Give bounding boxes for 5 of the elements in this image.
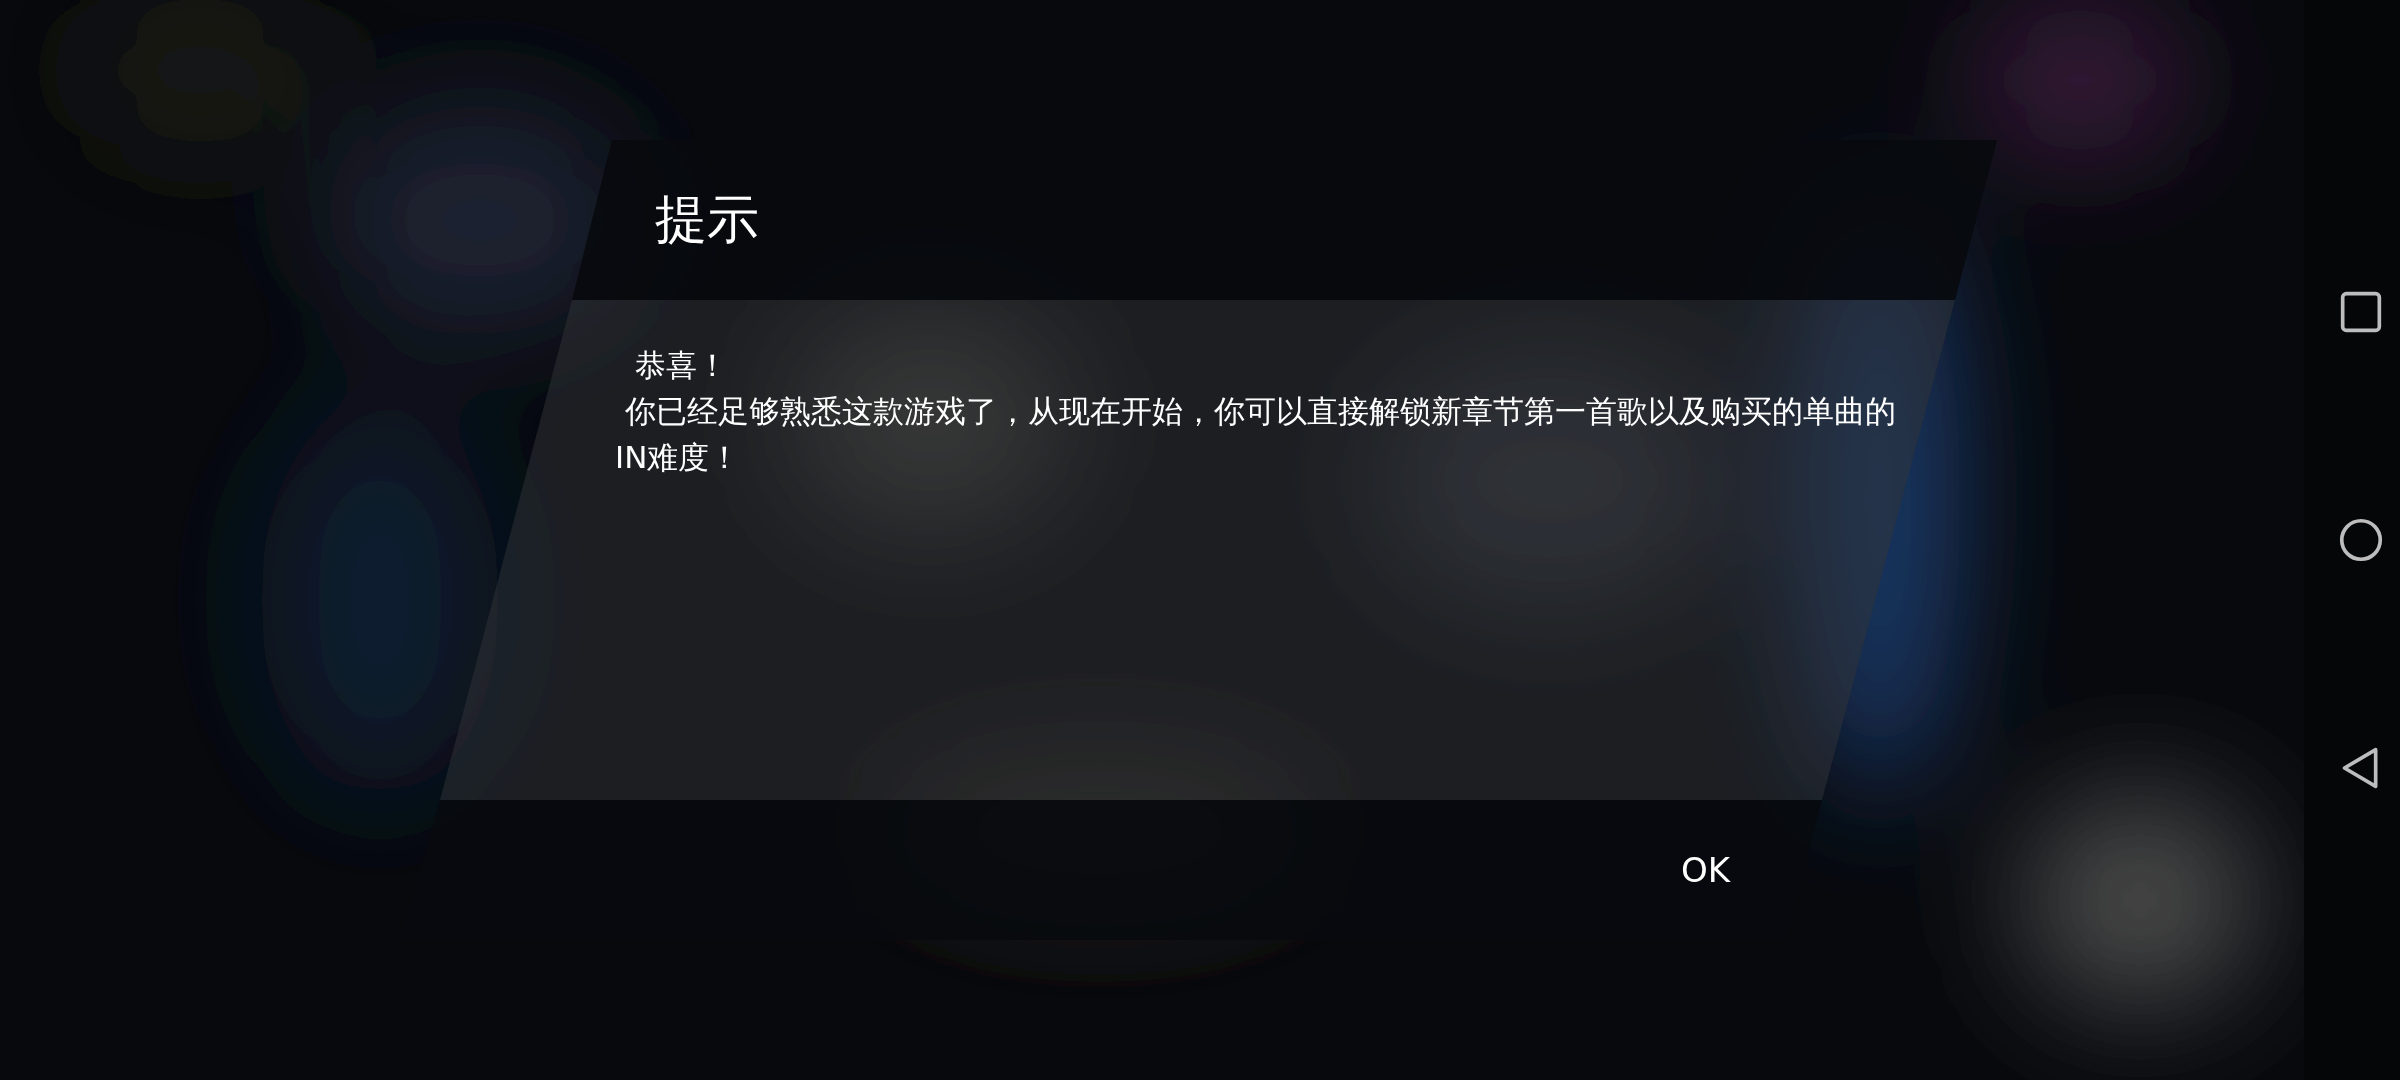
circle-icon[interactable] xyxy=(2339,518,2383,562)
ok-button[interactable]: OK xyxy=(1668,842,1742,898)
dialog-message: 恭喜！ 你已经足够熟悉这款游戏了，从现在开始，你可以直接解锁新章节第一首歌以及购买的单曲的 IN难度！ xyxy=(615,346,1897,477)
dialog-title: 提示 xyxy=(655,188,759,251)
square-icon[interactable] xyxy=(2339,290,2383,334)
